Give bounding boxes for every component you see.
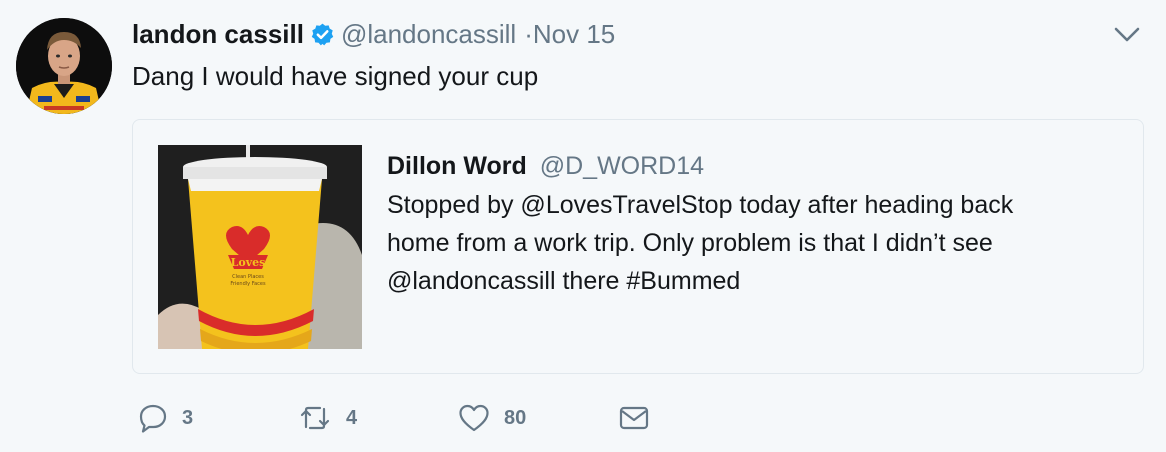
author-handle[interactable]: @landoncassill: [341, 18, 516, 50]
tweet-text: Dang I would have signed your cup: [132, 61, 539, 91]
quoted-text-line: home from a work trip. Only problem is t…: [387, 229, 993, 257]
envelope-icon: [618, 403, 650, 433]
chevron-down-icon[interactable]: [1114, 26, 1140, 44]
cup-brand-text: Loves: [231, 256, 266, 269]
tweet-header: landon cassill @landoncassill · Nov 15: [132, 18, 615, 50]
like-count: 80: [504, 406, 527, 429]
heart-icon: [458, 403, 490, 433]
avatar-image: [16, 18, 112, 114]
reply-count: 3: [182, 406, 194, 429]
cup-tagline-1: Clean Places: [232, 274, 264, 280]
reply-button[interactable]: 3: [138, 400, 193, 436]
cup-tagline-2: Friendly Faces: [230, 281, 266, 287]
retweet-icon: [298, 403, 332, 433]
quoted-text-line: @landoncassill there #Bummed: [387, 267, 741, 295]
tweet-card[interactable]: landon cassill @landoncassill · Nov 15 D…: [0, 0, 1166, 452]
reply-icon: [138, 403, 168, 433]
like-button[interactable]: 80: [458, 400, 526, 436]
quoted-tweet-text: Stopped by @LovesTravelStop today after …: [387, 186, 1127, 300]
direct-message-button[interactable]: [618, 400, 650, 436]
quoted-tweet[interactable]: Loves Clean Places Friendly Faces Dillon…: [132, 119, 1144, 374]
author-name[interactable]: landon cassill: [132, 18, 304, 50]
quoted-tweet-image[interactable]: Loves Clean Places Friendly Faces: [158, 145, 362, 349]
verified-badge-icon: [310, 22, 335, 47]
separator-dot: ·: [524, 19, 533, 49]
quoted-author-name[interactable]: Dillon Word: [387, 152, 527, 180]
quoted-author-handle[interactable]: @D_WORD14: [540, 152, 704, 180]
quoted-tweet-header: Dillon Word @D_WORD14: [387, 150, 704, 182]
cup-photo: Loves Clean Places Friendly Faces: [158, 145, 362, 349]
retweet-button[interactable]: 4: [298, 400, 357, 436]
retweet-count: 4: [346, 406, 358, 429]
avatar[interactable]: [16, 18, 112, 114]
tweet-date[interactable]: Nov 15: [533, 18, 615, 50]
quoted-text-line: Stopped by @LovesTravelStop today after …: [387, 191, 1014, 219]
